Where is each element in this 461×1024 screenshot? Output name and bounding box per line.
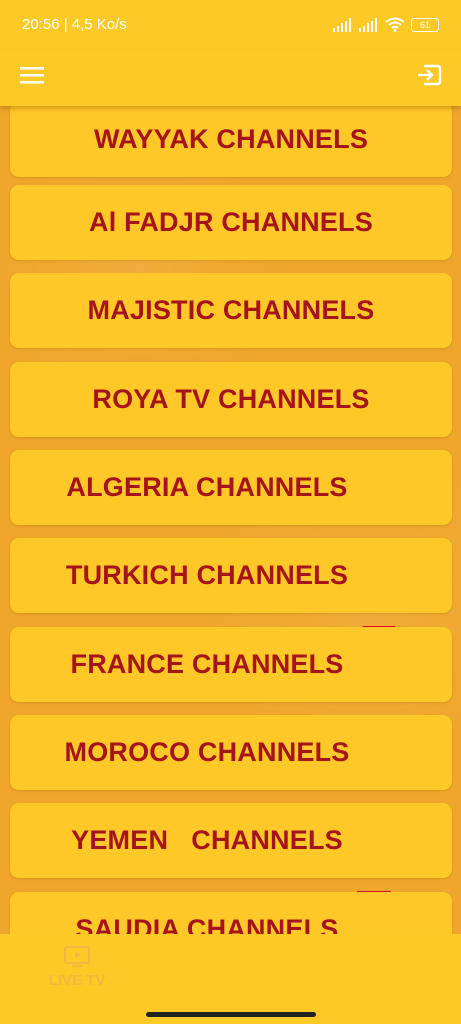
home-indicator [146, 1012, 316, 1017]
signal-icon [333, 17, 351, 32]
bottom-navigation: LIVE TV [0, 934, 461, 1024]
channel-card-roya-tv[interactable]: ROYA TV CHANNELS [10, 362, 452, 437]
channel-label: Al FADJR CHANNELS [89, 207, 373, 237]
channel-card-majistic[interactable]: MAJISTIC CHANNELS [10, 273, 452, 348]
turkey-flag-icon [362, 564, 397, 650]
channel-label: ALGERIA CHANNELS [66, 472, 348, 502]
saudi-flag-icon [353, 918, 387, 935]
logout-icon[interactable] [415, 62, 443, 88]
hamburger-menu-icon[interactable] [18, 62, 46, 88]
channel-list[interactable]: WAYYAK CHANNELS Al FADJR CHANNELS MAJIST… [0, 106, 461, 934]
tv-play-icon [64, 946, 90, 967]
morocco-flag-icon [363, 741, 398, 827]
app-bar [0, 50, 461, 106]
channel-card-morocco[interactable]: MOROCO CHANNELS [10, 715, 452, 827]
channel-label: ROYA TV CHANNELS [92, 384, 370, 414]
channel-card-france[interactable]: FRANCE CHANNELS [10, 627, 452, 739]
nav-live-tv[interactable]: LIVE TV [44, 944, 110, 1000]
battery-level: 61 [419, 19, 430, 30]
battery-icon: 61 [411, 17, 439, 32]
channel-label: MOROCO CHANNELS [64, 737, 350, 767]
signal-icon [359, 17, 377, 32]
channel-label: TURKICH CHANNELS [65, 560, 349, 590]
channel-label: WAYYAK CHANNELS [93, 124, 369, 154]
status-icons: 61 [333, 17, 439, 32]
channel-label: YEMEN CHANNELS [71, 825, 343, 855]
channel-card-saudi[interactable]: SAUDIA CHANNELS [10, 892, 452, 934]
algeria-flag-icon [361, 476, 396, 562]
channel-card-wayyak[interactable]: WAYYAK CHANNELS [10, 106, 452, 177]
channel-card-alfadjr[interactable]: Al FADJR CHANNELS [10, 185, 452, 260]
france-flag-icon [357, 653, 392, 739]
channel-label: SAUDIA CHANNELS [75, 914, 339, 934]
channel-label: FRANCE CHANNELS [70, 649, 344, 679]
channel-card-algeria[interactable]: ALGERIA CHANNELS [10, 450, 452, 562]
channel-label: MAJISTIC CHANNELS [87, 295, 375, 325]
yemen-flag-icon [356, 829, 391, 915]
nav-live-tv-label: LIVE TV [48, 972, 106, 989]
status-time-speed: 20:56 | 4,5 Ko/s [22, 16, 127, 33]
channel-card-turkey[interactable]: TURKICH CHANNELS [10, 538, 452, 650]
status-bar: 20:56 | 4,5 Ko/s 61 [0, 0, 461, 50]
channel-card-yemen[interactable]: YEMEN CHANNELS [10, 803, 452, 915]
wifi-icon [385, 17, 405, 32]
